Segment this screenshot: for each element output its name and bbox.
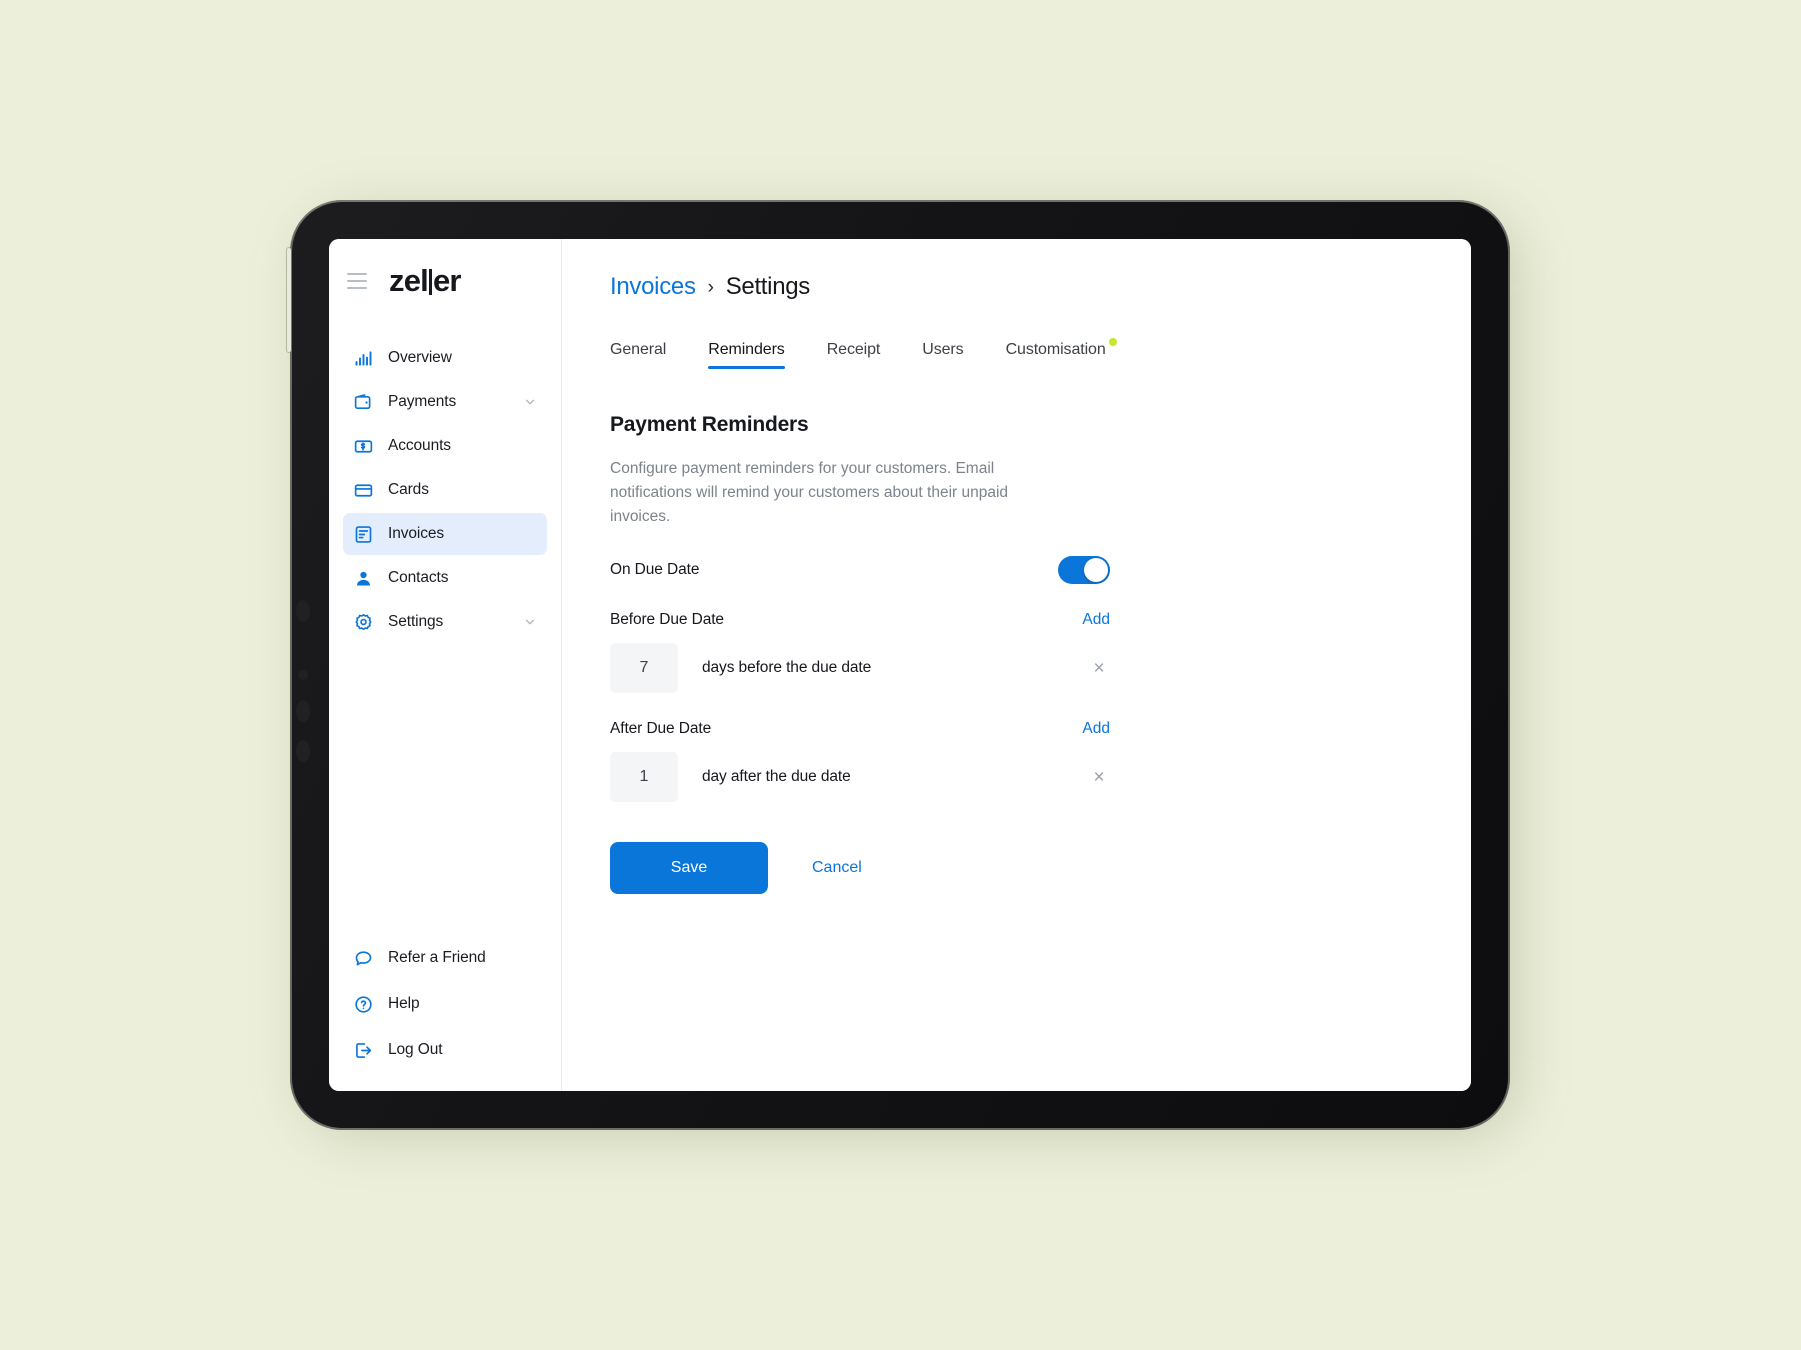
on-due-date-right	[1058, 556, 1110, 585]
sidebar-item-label: Log Out	[388, 1041, 443, 1058]
sidebar-item-settings[interactable]: Settings	[343, 601, 547, 643]
before-due-date-label: Before Due Date	[610, 611, 724, 629]
tab-general[interactable]: General	[610, 341, 666, 369]
primary-navigation: Overview Payments Accounts Cards Invoice…	[329, 337, 561, 643]
sidebar-item-label: Contacts	[388, 569, 449, 586]
sidebar-item-label: Refer a Friend	[388, 949, 486, 966]
brand-bar-glyph	[428, 269, 432, 295]
tab-label: General	[610, 341, 667, 358]
brand-text-before: zel	[389, 263, 429, 298]
tablet-screen: zel er Overview Payments Accounts Cards …	[329, 239, 1471, 1091]
gear-icon	[353, 612, 374, 633]
before-due-date-unit-label: days before the due date	[702, 659, 872, 677]
tab-label: Users	[922, 341, 964, 358]
device-side-dot-1	[296, 600, 310, 622]
sidebar-item-accounts[interactable]: Accounts	[343, 425, 547, 467]
before-due-date-row: Before Due Date Add	[610, 611, 1110, 629]
sidebar-item-label: Cards	[388, 481, 429, 498]
sidebar-item-label: Invoices	[388, 525, 445, 542]
save-button[interactable]: Save	[610, 842, 768, 895]
sidebar-item-label: Accounts	[388, 437, 451, 454]
sidebar-item-refer-a-friend[interactable]: Refer a Friend	[343, 937, 547, 979]
tab-customisation[interactable]: Customisation	[1005, 338, 1117, 369]
breadcrumb-current-settings: Settings	[725, 273, 811, 300]
breadcrumb-link-invoices[interactable]: Invoices	[610, 273, 696, 301]
person-icon	[353, 568, 374, 589]
wallet-icon	[353, 392, 374, 413]
new-badge-dot-icon	[1108, 338, 1117, 346]
toggle-knob	[1084, 558, 1108, 583]
banknote-icon	[353, 436, 374, 457]
device-side-dot-4	[296, 740, 310, 762]
cancel-button[interactable]: Cancel	[790, 859, 884, 877]
after-due-date-unit-label: day after the due date	[702, 768, 851, 786]
zeller-logo: zel er	[389, 263, 461, 299]
sidebar-item-contacts[interactable]: Contacts	[343, 557, 547, 599]
sidebar-item-label: Overview	[388, 349, 452, 366]
remove-after-due-date-icon[interactable]: ×	[1088, 766, 1110, 788]
section-description: Configure payment reminders for your cus…	[610, 460, 1009, 526]
device-side-dot-2	[298, 670, 308, 680]
sidebar-item-payments[interactable]: Payments	[343, 381, 547, 423]
add-before-due-date-button[interactable]: Add	[1082, 611, 1110, 629]
form-actions: Save Cancel	[610, 842, 1471, 895]
tab-receipt[interactable]: Receipt	[827, 341, 881, 369]
sidebar-item-label: Payments	[388, 393, 457, 410]
logout-icon	[353, 1040, 374, 1061]
after-due-date-label: After Due Date	[610, 720, 712, 738]
question-circle-icon	[353, 994, 374, 1015]
sidebar-item-overview[interactable]: Overview	[343, 337, 547, 379]
before-due-date-right: Add	[1082, 611, 1110, 629]
invoice-icon	[353, 524, 374, 545]
after-due-date-entry: 1 day after the due date ×	[610, 752, 1110, 803]
chevron-down-icon[interactable]	[523, 615, 537, 629]
breadcrumb-separator-icon: ›	[707, 276, 714, 298]
brand-text-after: er	[432, 263, 462, 298]
before-due-date-days-input[interactable]: 7	[610, 643, 678, 694]
tab-label: Reminders	[708, 341, 785, 358]
settings-tabs: General Reminders Receipt Users Customis…	[610, 329, 1471, 369]
tab-users[interactable]: Users	[922, 341, 963, 369]
device-side-dot-3	[296, 700, 310, 722]
after-due-date-row: After Due Date Add	[610, 720, 1110, 738]
sidebar-item-invoices[interactable]: Invoices	[343, 513, 547, 555]
stylus-attachment	[287, 248, 291, 352]
card-icon	[353, 480, 374, 501]
sidebar: zel er Overview Payments Accounts Cards …	[329, 239, 562, 1091]
before-due-date-entry: 7 days before the due date ×	[610, 643, 1110, 694]
chevron-down-icon[interactable]	[523, 395, 537, 409]
breadcrumb: Invoices › Settings	[610, 273, 1471, 301]
sidebar-header: zel er	[329, 239, 561, 323]
page-title: Payment Reminders	[610, 413, 809, 436]
on-due-date-toggle[interactable]	[1058, 556, 1110, 585]
sidebar-item-label: Settings	[388, 613, 444, 630]
scene: zel er Overview Payments Accounts Cards …	[0, 0, 1801, 1350]
sidebar-item-cards[interactable]: Cards	[343, 469, 547, 511]
tab-reminders[interactable]: Reminders	[708, 341, 786, 369]
hamburger-menu-icon[interactable]	[347, 273, 367, 289]
sidebar-item-log-out[interactable]: Log Out	[343, 1029, 547, 1071]
tab-label: Receipt	[826, 341, 881, 358]
sidebar-item-label: Help	[388, 995, 420, 1012]
sidebar-item-help[interactable]: Help	[343, 983, 547, 1025]
speech-bubble-icon	[353, 948, 374, 969]
remove-before-due-date-icon[interactable]: ×	[1088, 657, 1110, 679]
on-due-date-label: On Due Date	[610, 561, 700, 579]
add-after-due-date-button[interactable]: Add	[1082, 720, 1110, 738]
main-content: Invoices › Settings General Reminders Re…	[562, 239, 1471, 1091]
bar-chart-icon	[353, 348, 374, 369]
secondary-navigation: Refer a Friend Help Log Out	[329, 937, 561, 1071]
on-due-date-row: On Due Date	[610, 556, 1110, 585]
after-due-date-days-input[interactable]: 1	[610, 752, 678, 803]
after-due-date-right: Add	[1082, 720, 1110, 738]
tab-label: Customisation	[1005, 341, 1106, 358]
